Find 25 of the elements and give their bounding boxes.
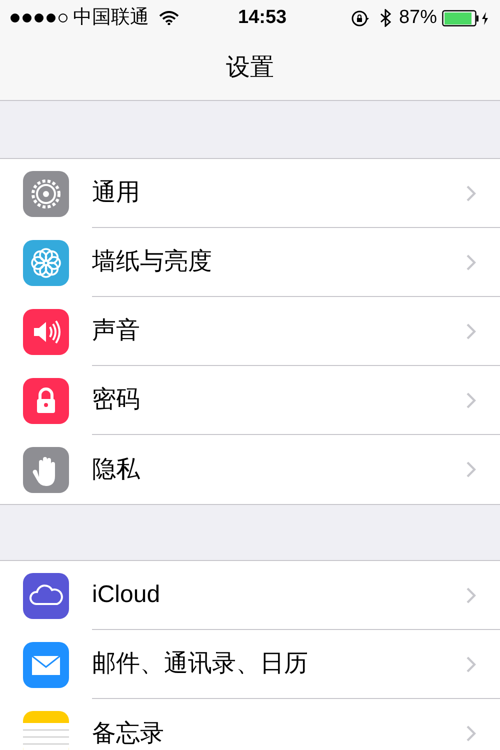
- chevron-icon: [466, 725, 476, 742]
- row-label: 密码: [92, 385, 141, 415]
- row-label: 墙纸与亮度: [92, 247, 213, 277]
- chevron-icon: [466, 586, 476, 604]
- row-label: 邮件、通讯录、日历: [92, 649, 309, 679]
- chevron-icon: [466, 656, 476, 672]
- chevron-icon: [466, 184, 476, 202]
- battery-percentage: 87%: [398, 6, 437, 30]
- row-label: 通用: [92, 178, 141, 208]
- row-label: 隐私: [92, 454, 141, 484]
- row-label: 声音: [92, 316, 141, 346]
- chevron-icon: [466, 392, 476, 408]
- wifi-icon: [159, 11, 179, 25]
- carrier-name: 中国联通: [73, 6, 149, 30]
- row-label: 备忘录: [92, 718, 165, 748]
- bluetooth-icon: [380, 9, 391, 27]
- row-label: iCloud: [92, 580, 162, 610]
- signal-icon: [10, 13, 68, 23]
- clock-time: 14:53: [238, 6, 287, 30]
- battery-icon: [442, 10, 490, 26]
- rotation-lock-icon: [350, 10, 370, 26]
- chevron-icon: [466, 322, 476, 340]
- chevron-icon: [466, 254, 476, 270]
- chevron-icon: [466, 461, 476, 478]
- nav-title: 设置: [226, 53, 274, 83]
